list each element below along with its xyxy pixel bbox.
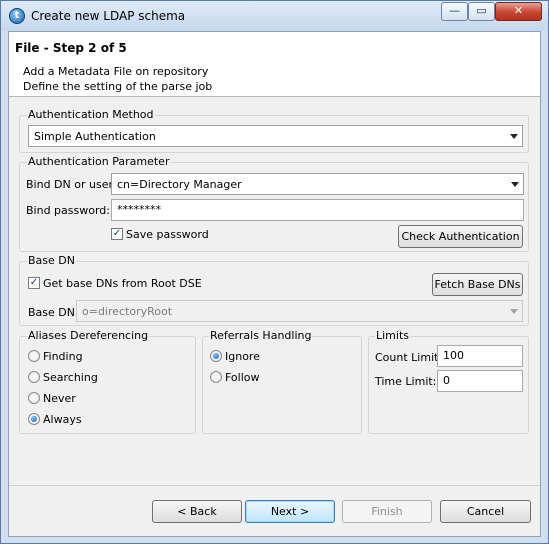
alias-always-label: Always — [43, 413, 82, 426]
alias-searching-label: Searching — [43, 371, 98, 384]
window-title: Create new LDAP schema — [31, 9, 186, 23]
fetch-base-dns-button[interactable]: Fetch Base DNs — [432, 273, 523, 296]
talend-app-icon: t — [9, 8, 25, 24]
wizard-header: File - Step 2 of 5 Add a Metadata File o… — [9, 32, 540, 97]
cancel-button[interactable]: Cancel — [440, 500, 531, 523]
referral-follow-radio[interactable] — [210, 371, 222, 383]
step-title: File - Step 2 of 5 — [15, 41, 127, 55]
limits-group-label: Limits — [375, 329, 410, 342]
auth-method-group-label: Authentication Method — [27, 108, 155, 121]
time-limit-field[interactable]: 0 — [437, 370, 523, 392]
base-dn-group-label: Base DN — [27, 254, 76, 267]
auth-method-select[interactable]: Simple Authentication — [28, 125, 523, 147]
alias-never-radio[interactable] — [28, 392, 40, 404]
minimize-button[interactable]: — — [441, 2, 468, 21]
close-button[interactable]: ✕ — [495, 2, 542, 21]
footer-separator — [9, 485, 540, 486]
finish-button: Finish — [342, 500, 432, 523]
alias-always-radio[interactable] — [28, 413, 40, 425]
save-password-checkbox[interactable]: ✓ — [111, 228, 123, 240]
dialog-window: t Create new LDAP schema — ▭ ✕ File - St… — [0, 0, 549, 544]
check-authentication-button[interactable]: Check Authentication — [398, 225, 523, 248]
alias-finding-label: Finding — [43, 350, 83, 363]
base-dn-select: o=directoryRoot — [76, 300, 523, 322]
get-base-dns-checkbox[interactable]: ✓ — [28, 277, 40, 289]
alias-searching-radio[interactable] — [28, 371, 40, 383]
alias-finding-radio[interactable] — [28, 350, 40, 362]
maximize-button[interactable]: ▭ — [468, 2, 495, 21]
alias-never-label: Never — [43, 392, 76, 405]
bind-dn-select[interactable]: cn=Directory Manager — [111, 173, 524, 195]
count-limit-field[interactable]: 100 — [437, 345, 523, 367]
chevron-down-icon — [511, 182, 519, 187]
step-description-2: Define the setting of the parse job — [23, 80, 213, 93]
back-button[interactable]: < Back — [152, 500, 242, 523]
referrals-group-label: Referrals Handling — [209, 329, 313, 342]
next-button[interactable]: Next > — [245, 500, 335, 523]
title-bar[interactable]: t Create new LDAP schema — ▭ ✕ — [1, 1, 548, 31]
dialog-content: File - Step 2 of 5 Add a Metadata File o… — [8, 31, 541, 537]
get-base-dns-label: Get base DNs from Root DSE — [43, 277, 202, 290]
base-dn-value: o=directoryRoot — [82, 305, 173, 318]
chevron-down-icon — [510, 134, 518, 139]
step-description-1: Add a Metadata File on repository — [23, 65, 209, 78]
referral-ignore-label: Ignore — [225, 350, 260, 363]
auth-method-value: Simple Authentication — [34, 130, 156, 143]
chevron-down-icon — [510, 309, 518, 314]
save-password-label: Save password — [126, 228, 209, 241]
count-limit-label: Count Limit: — [375, 351, 443, 364]
bind-password-label: Bind password: — [26, 204, 110, 217]
aliases-group-label: Aliases Dereferencing — [27, 329, 150, 342]
bind-dn-label: Bind DN or user: — [26, 178, 117, 191]
referral-ignore-radio[interactable] — [210, 350, 222, 362]
referral-follow-label: Follow — [225, 371, 260, 384]
bind-password-field[interactable]: ******** — [111, 199, 524, 221]
time-limit-label: Time Limit: — [375, 375, 437, 388]
base-dn-label: Base DN: — [28, 306, 79, 319]
auth-param-group-label: Authentication Parameter — [27, 155, 171, 168]
bind-dn-value: cn=Directory Manager — [117, 178, 242, 191]
